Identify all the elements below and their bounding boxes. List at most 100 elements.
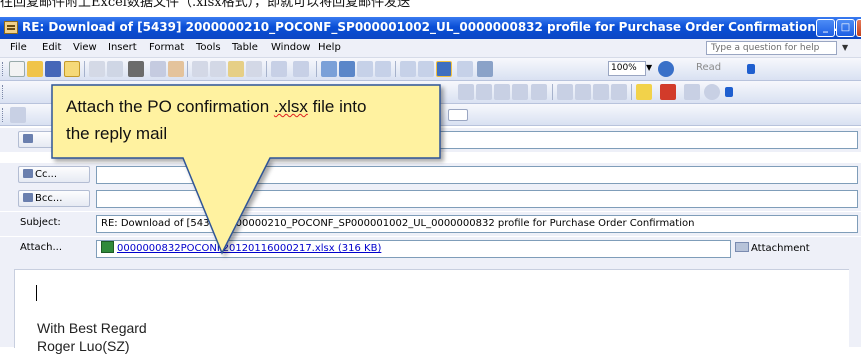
numbering-icon[interactable] [557,84,573,100]
permission-icon[interactable] [64,61,80,77]
bcc-field[interactable] [96,190,858,208]
font-color-icon[interactable] [660,84,676,100]
separator [187,61,188,77]
signature-name: Roger Luo(SZ) [37,338,130,354]
attachment-options-button[interactable]: Attachment Options... [735,240,857,272]
document-text-strip: 往回复邮件附上Excel数据文件（.xlsx格式），即就可以将回复邮件发送 [0,0,861,18]
callout-text: Attach the PO confirmation .xlsx file in… [66,93,436,147]
subject-row: Subject: RE: Download of [5439] 20000002… [0,212,861,236]
close-button[interactable] [856,19,861,37]
read-button[interactable]: Read [696,62,721,73]
zoom-select[interactable]: 100% [608,61,646,76]
phonetic-guide-icon[interactable] [684,84,700,100]
attach-field[interactable]: 0000000832POCONF20120116000217.xlsx (316… [96,240,731,258]
menu-tools[interactable]: Tools [196,42,221,53]
hyperlink-icon[interactable] [321,61,337,77]
address-book-icon [23,193,33,202]
address-book-icon [23,169,33,178]
excel-file-icon [101,241,114,253]
help-search-input[interactable]: Type a question for help [706,41,837,55]
columns-icon[interactable] [400,61,416,77]
menu-table[interactable]: Table [232,42,258,53]
separator [395,61,396,77]
show-hide-icon[interactable] [457,61,473,77]
cc-button[interactable]: Cc... [18,166,90,183]
open-icon[interactable] [27,61,43,77]
increase-indent-icon[interactable] [611,84,627,100]
spelling-icon[interactable] [150,61,166,77]
maximize-button[interactable]: □ [836,19,855,37]
insert-excel-icon[interactable] [375,61,391,77]
text-cursor [36,285,37,301]
attachment-link[interactable]: 0000000832POCONF20120116000217.xlsx (316… [117,243,381,254]
message-body-frame: With Best Regard Roger Luo(SZ) [0,261,861,354]
bcc-row: Bcc... [0,187,861,211]
toolbar-options-icon[interactable] [747,64,755,74]
separator [316,61,317,77]
cut-icon[interactable] [192,61,208,77]
bcc-button[interactable]: Bcc... [18,190,90,207]
print-preview-icon[interactable] [107,61,123,77]
format-painter-icon[interactable] [246,61,262,77]
undo-icon[interactable] [271,61,287,77]
callout-spell-mark: .xlsx [273,97,308,116]
toolbar-grip[interactable] [2,85,6,99]
menu-format[interactable]: Format [149,42,184,53]
chinese-convert-icon[interactable] [128,61,144,77]
help-icon[interactable] [658,61,674,77]
chevron-down-icon[interactable]: ▼ [646,63,652,72]
toolbar-grip[interactable] [2,108,6,122]
insert-table-icon[interactable] [357,61,373,77]
paragraph-icon[interactable] [477,61,493,77]
separator [552,84,553,100]
options-dropdown[interactable] [448,109,468,121]
address-book-icon [23,134,33,143]
menu-view[interactable]: View [73,42,97,53]
bcc-label: Bcc... [35,193,63,204]
minimize-icon: _ [823,22,828,33]
align-left-icon[interactable] [458,84,474,100]
line-spacing-icon[interactable] [531,84,547,100]
document-map-icon[interactable] [436,61,452,77]
decrease-indent-icon[interactable] [593,84,609,100]
cc-label: Cc... [35,169,58,180]
menu-insert[interactable]: Insert [108,42,137,53]
callout-line1-end: file into [307,97,367,116]
paste-icon[interactable] [228,61,244,77]
menu-help[interactable]: Help [318,42,341,53]
redo-icon[interactable] [293,61,309,77]
save-icon[interactable] [45,61,61,77]
signature-line: With Best Regard [37,320,147,336]
menu-bar: File Edit View Insert Format Tools Table… [0,39,861,58]
align-right-icon[interactable] [494,84,510,100]
enclose-characters-icon[interactable] [704,84,720,100]
menu-file[interactable]: File [10,42,27,53]
justify-icon[interactable] [512,84,528,100]
cc-field[interactable] [96,166,858,184]
attach-label[interactable]: Attach... [20,242,62,253]
toolbar-grip[interactable] [2,62,6,76]
toolbar-options-icon[interactable] [725,87,733,97]
research-icon[interactable] [168,61,184,77]
bullets-icon[interactable] [575,84,591,100]
separator [631,84,632,100]
title-bar: RE: Download of [5439] 2000000210_POCONF… [0,17,861,39]
menu-window[interactable]: Window [271,42,310,53]
highlight-icon[interactable] [636,84,652,100]
subject-field[interactable]: RE: Download of [5439] 2000000210_POCONF… [96,215,858,233]
new-icon[interactable] [9,61,25,77]
vertical-scrollbar[interactable] [849,269,861,347]
separator [266,61,267,77]
help-dropdown-icon[interactable]: ▼ [842,43,848,52]
send-icon[interactable] [10,107,26,123]
center-icon[interactable] [476,84,492,100]
minimize-button[interactable]: _ [816,19,835,37]
copy-icon[interactable] [210,61,226,77]
message-body[interactable]: With Best Regard Roger Luo(SZ) [14,269,849,354]
menu-edit[interactable]: Edit [42,42,61,53]
print-icon[interactable] [89,61,105,77]
attach-row: Attach... 0000000832POCONF20120116000217… [0,237,861,272]
callout-line1-start: Attach the PO confirmation [66,97,274,116]
drawing-icon[interactable] [418,61,434,77]
tables-borders-icon[interactable] [339,61,355,77]
